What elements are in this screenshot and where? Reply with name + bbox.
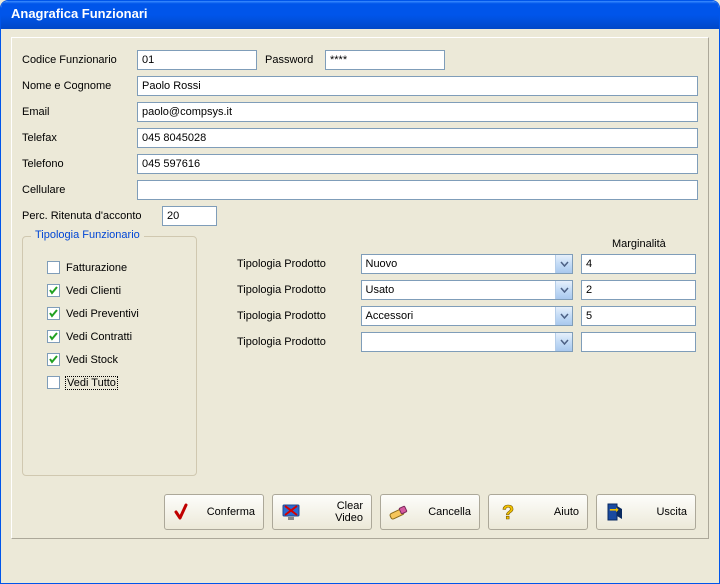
tipologia-prodotto-select-1[interactable]: Usato <box>361 280 574 300</box>
password-field[interactable] <box>325 50 445 70</box>
label-tipologia-prodotto-1: Tipologia Prodotto <box>237 284 361 296</box>
monitor-clear-icon <box>279 500 303 524</box>
aiuto-label: Aiuto <box>523 506 579 518</box>
tipologia-funzionario-group: Tipologia Funzionario Fatturazione Vedi … <box>22 236 197 476</box>
telefono-field[interactable] <box>137 154 698 174</box>
email-field[interactable] <box>137 102 698 122</box>
check-icon <box>171 500 195 524</box>
nome-field[interactable] <box>137 76 698 96</box>
cancella-label: Cancella <box>415 506 471 518</box>
check-vedi-preventivi-row: Vedi Preventivi <box>47 307 184 320</box>
check-vedi-contratti-label: Vedi Contratti <box>66 331 132 343</box>
check-vedi-preventivi-label: Vedi Preventivi <box>66 308 139 320</box>
uscita-button[interactable]: Uscita <box>596 494 696 530</box>
tipologia-prodotto-select-0[interactable]: Nuovo <box>361 254 574 274</box>
tipologia-prodotto-select-3[interactable] <box>361 332 574 352</box>
titlebar: Anagrafica Funzionari <box>1 1 719 29</box>
svg-text:?: ? <box>502 502 514 523</box>
product-header: Marginalità <box>237 238 696 250</box>
conferma-label: Conferma <box>199 506 255 518</box>
marginalita-field-2[interactable] <box>581 306 696 326</box>
group-legend: Tipologia Funzionario <box>31 229 144 241</box>
client-area: Codice Funzionario Password Nome e Cogno… <box>1 29 719 547</box>
chevron-down-icon <box>555 255 572 273</box>
check-vedi-tutto-label: Vedi Tutto <box>66 377 117 389</box>
check-vedi-tutto[interactable] <box>47 376 60 389</box>
telefax-field[interactable] <box>137 128 698 148</box>
label-email: Email <box>22 106 137 118</box>
product-row-1: Tipologia Prodotto Usato <box>237 280 696 300</box>
codice-field[interactable] <box>137 50 257 70</box>
label-cellulare: Cellulare <box>22 184 137 196</box>
label-nome: Nome e Cognome <box>22 80 137 92</box>
chevron-down-icon <box>555 281 572 299</box>
cancella-button[interactable]: Cancella <box>380 494 480 530</box>
window-title: Anagrafica Funzionari <box>11 6 148 21</box>
main-panel: Codice Funzionario Password Nome e Cogno… <box>11 37 709 539</box>
aiuto-button[interactable]: ? Aiuto <box>488 494 588 530</box>
check-vedi-tutto-row: Vedi Tutto <box>47 376 184 389</box>
label-password: Password <box>265 54 325 66</box>
marginalita-field-0[interactable] <box>581 254 696 274</box>
ritenuta-field[interactable] <box>162 206 217 226</box>
product-area: Marginalità Tipologia Prodotto Nuovo Tip… <box>237 238 696 358</box>
label-marginalita: Marginalità <box>582 238 696 250</box>
check-vedi-clienti[interactable] <box>47 284 60 297</box>
button-bar: Conferma Clear Video <box>164 494 696 530</box>
label-telefono: Telefono <box>22 158 137 170</box>
tipologia-prodotto-value-0: Nuovo <box>366 258 398 270</box>
check-vedi-stock[interactable] <box>47 353 60 366</box>
exit-icon <box>603 500 627 524</box>
product-row-3: Tipologia Prodotto <box>237 332 696 352</box>
conferma-button[interactable]: Conferma <box>164 494 264 530</box>
check-vedi-contratti-row: Vedi Contratti <box>47 330 184 343</box>
label-tipologia-prodotto-0: Tipologia Prodotto <box>237 258 361 270</box>
marginalita-field-1[interactable] <box>581 280 696 300</box>
check-vedi-clienti-label: Vedi Clienti <box>66 285 121 297</box>
marginalita-field-3[interactable] <box>581 332 696 352</box>
check-vedi-contratti[interactable] <box>47 330 60 343</box>
check-vedi-stock-row: Vedi Stock <box>47 353 184 366</box>
check-fatturazione-row: Fatturazione <box>47 261 184 274</box>
product-row-0: Tipologia Prodotto Nuovo <box>237 254 696 274</box>
tipologia-prodotto-value-2: Accessori <box>366 310 414 322</box>
eraser-icon <box>387 500 411 524</box>
check-vedi-clienti-row: Vedi Clienti <box>47 284 184 297</box>
check-vedi-stock-label: Vedi Stock <box>66 354 118 366</box>
tipologia-prodotto-value-1: Usato <box>366 284 395 296</box>
uscita-label: Uscita <box>631 506 687 518</box>
label-tipologia-prodotto-3: Tipologia Prodotto <box>237 336 361 348</box>
clear-video-label: Clear Video <box>307 500 363 524</box>
check-fatturazione-label: Fatturazione <box>66 262 127 274</box>
label-ritenuta: Perc. Ritenuta d'acconto <box>22 210 162 222</box>
clear-video-button[interactable]: Clear Video <box>272 494 372 530</box>
chevron-down-icon <box>555 307 572 325</box>
window: Anagrafica Funzionari Codice Funzionario… <box>0 0 720 584</box>
product-row-2: Tipologia Prodotto Accessori <box>237 306 696 326</box>
tipologia-prodotto-select-2[interactable]: Accessori <box>361 306 574 326</box>
chevron-down-icon <box>555 333 572 351</box>
label-telefax: Telefax <box>22 132 137 144</box>
help-icon: ? <box>495 500 519 524</box>
check-fatturazione[interactable] <box>47 261 60 274</box>
label-tipologia-prodotto-2: Tipologia Prodotto <box>237 310 361 322</box>
check-vedi-preventivi[interactable] <box>47 307 60 320</box>
label-codice: Codice Funzionario <box>22 54 137 66</box>
cellulare-field[interactable] <box>137 180 698 200</box>
